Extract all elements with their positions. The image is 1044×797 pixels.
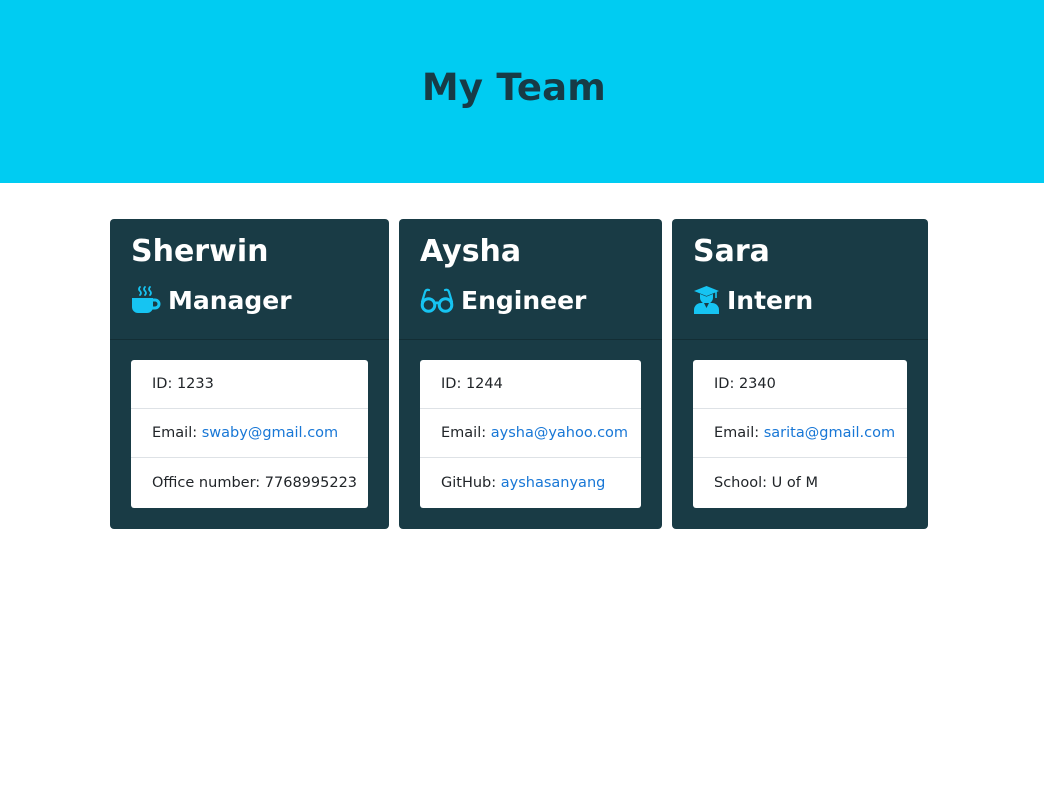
- id-value: 1233: [176, 376, 214, 392]
- member-name: Sara: [693, 234, 770, 269]
- id-row: ID: 2340: [693, 360, 907, 409]
- email-link[interactable]: swaby@gmail.com: [202, 425, 338, 441]
- github-row: GitHub: ayshasanyang: [420, 458, 641, 508]
- member-role: Manager: [131, 283, 292, 317]
- school-value: U of M: [771, 475, 818, 491]
- team-member-card-engineer: Aysha Engineer ID: 1244 Email: aysha@yah…: [399, 219, 662, 529]
- member-role: Intern: [693, 283, 813, 317]
- graduate-icon: [694, 286, 719, 314]
- glasses-icon: [420, 288, 454, 313]
- card-header: Sara Intern: [672, 219, 928, 340]
- role-label: Intern: [727, 285, 814, 315]
- email-link[interactable]: sarita@gmail.com: [764, 425, 895, 441]
- id-label: ID:: [152, 376, 173, 392]
- member-role: Engineer: [420, 283, 586, 317]
- school-label: School:: [714, 475, 768, 491]
- team-member-card-manager: Sherwin Manager ID: 1233 Email: swaby@gm…: [110, 219, 389, 529]
- page-title: My Team: [421, 66, 607, 109]
- card-header: Sherwin Manager: [110, 219, 389, 340]
- github-link[interactable]: ayshasanyang: [501, 475, 606, 491]
- email-row: Email: swaby@gmail.com: [131, 409, 368, 458]
- role-label: Engineer: [461, 285, 587, 315]
- member-info-list: ID: 1233 Email: swaby@gmail.com Office n…: [131, 360, 368, 508]
- office-number-value: 7768995223: [264, 475, 358, 491]
- school-row: School: U of M: [693, 458, 907, 508]
- email-label: Email:: [152, 425, 198, 441]
- email-label: Email:: [714, 425, 760, 441]
- card-header: Aysha Engineer: [399, 219, 662, 340]
- id-value: 2340: [738, 376, 776, 392]
- email-link[interactable]: aysha@yahoo.com: [491, 425, 628, 441]
- id-row: ID: 1244: [420, 360, 641, 409]
- id-label: ID:: [714, 376, 735, 392]
- member-name: Aysha: [420, 234, 522, 269]
- email-label: Email:: [441, 425, 487, 441]
- office-number-row: Office number: 7768995223: [131, 458, 368, 508]
- member-info-list: ID: 2340 Email: sarita@gmail.com School:…: [693, 360, 907, 508]
- coffee-icon: [132, 286, 161, 313]
- team-member-card-intern: Sara Intern ID: 2340 Email: sarita@gmail…: [672, 219, 928, 529]
- office-number-label: Office number:: [152, 475, 261, 491]
- id-row: ID: 1233: [131, 360, 368, 409]
- role-label: Manager: [168, 285, 292, 315]
- email-row: Email: sarita@gmail.com: [693, 409, 907, 458]
- member-info-list: ID: 1244 Email: aysha@yahoo.com GitHub: …: [420, 360, 641, 508]
- id-label: ID:: [441, 376, 462, 392]
- id-value: 1244: [465, 376, 503, 392]
- header-banner: My Team: [0, 0, 1044, 183]
- email-row: Email: aysha@yahoo.com: [420, 409, 641, 458]
- member-name: Sherwin: [131, 234, 269, 269]
- github-label: GitHub:: [441, 475, 497, 491]
